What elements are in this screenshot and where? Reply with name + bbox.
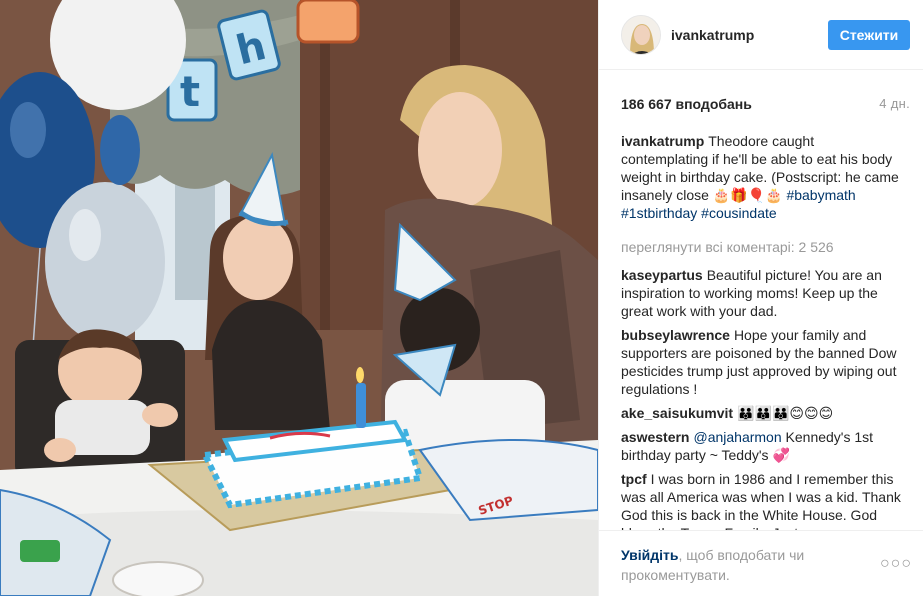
view-all-comments-link[interactable]: переглянути всі коментарі: 2 526 [621,238,903,256]
post-header: ivankatrump Стежити [599,0,923,70]
comment-item: bubseylawrence Hope your family and suppo… [621,326,903,398]
post-footer: Увійдіть, щоб вподобати чи прокоментуват… [599,530,923,596]
comment-username[interactable]: aswestern [621,429,689,445]
comment-mention[interactable]: @anjaharmon [693,429,781,445]
svg-text:t: t [180,67,200,116]
comment-item: tpcf I was born in 1986 and I remember th… [621,470,903,530]
avatar[interactable] [621,15,661,55]
caption: ivankatrump Theodore caught contemplating… [621,132,903,222]
comment-username[interactable]: tpcf [621,471,647,487]
comment-username[interactable]: kaseypartus [621,267,703,283]
login-prompt: Увійдіть, щоб вподобати чи прокоментуват… [621,545,851,585]
scrollbar-thumb[interactable] [915,132,921,342]
comment-text: I was born in 1986 and I remember this w… [621,471,901,530]
comment-username[interactable]: ake_saisukumvit [621,405,733,421]
follow-button[interactable]: Стежити [828,20,910,50]
post-time[interactable]: 4 дн. [879,96,910,111]
comment-username[interactable]: bubseylawrence [621,327,730,343]
comment-item: aswestern @anjaharmon Kennedy's 1st birth… [621,428,903,464]
likes-count[interactable]: 186 667 вподобань [621,96,752,112]
post-stats: 186 667 вподобань 4 дн. [599,70,923,125]
comment-item: kaseypartus Beautiful picture! You are an… [621,266,903,320]
avatar-image [622,16,660,54]
comments-scrollbar[interactable] [915,132,921,530]
comments-list[interactable]: ivankatrump Theodore caught contemplating… [621,132,903,530]
more-horizontal-icon[interactable]: ○○○ [880,555,912,573]
post-photo[interactable]: t h STOP [0,0,598,596]
login-link[interactable]: Увійдіть [621,547,679,563]
post-sidebar: ivankatrump Стежити 186 667 вподобань 4 … [598,0,923,596]
comment-item: ake_saisukumvit 👪👪👪😊😊😊 [621,404,903,422]
comment-text: 👪👪👪😊😊😊 [737,405,834,421]
header-username[interactable]: ivankatrump [671,27,754,43]
caption-username[interactable]: ivankatrump [621,133,704,149]
